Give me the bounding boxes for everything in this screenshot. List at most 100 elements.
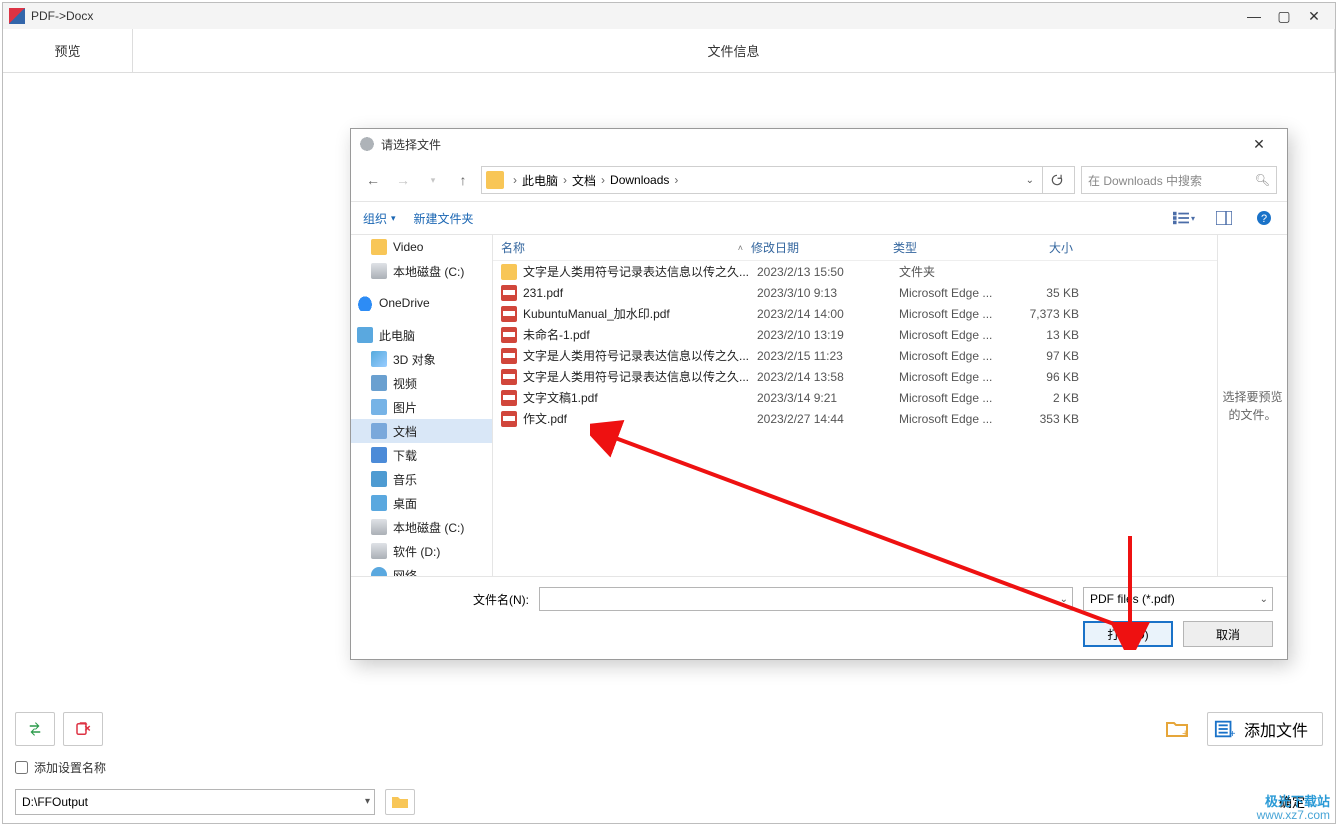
file-row[interactable]: 文字是人类用符号记录表达信息以传之久...2023/2/13 15:50文件夹 [493, 261, 1217, 282]
chevron-down-icon[interactable]: ⌄ [1020, 175, 1040, 186]
file-date: 2023/2/14 14:00 [757, 307, 899, 321]
file-type: Microsoft Edge ... [899, 412, 1015, 426]
output-path-select[interactable]: D:\FFOutput ▾ [15, 789, 375, 815]
tree-item[interactable]: 此电脑 [351, 323, 492, 347]
tree-item[interactable]: 3D 对象 [351, 347, 492, 371]
file-row[interactable]: KubuntuManual_加水印.pdf2023/2/14 14:00Micr… [493, 303, 1217, 324]
file-size: 2 KB [1015, 391, 1089, 405]
tree-item[interactable]: Video [351, 235, 492, 259]
file-row[interactable]: 未命名-1.pdf2023/2/10 13:19Microsoft Edge .… [493, 324, 1217, 345]
file-row[interactable]: 文字文稿1.pdf2023/3/14 9:21Microsoft Edge ..… [493, 387, 1217, 408]
file-type: Microsoft Edge ... [899, 349, 1015, 363]
breadcrumb[interactable]: › 此电脑 › 文档 › Downloads › ⌄ [481, 166, 1075, 194]
desk-icon [371, 495, 387, 511]
pdf-icon [501, 369, 517, 385]
tree-item-label: 本地磁盘 (C:) [393, 519, 464, 536]
pdf-icon [501, 306, 517, 322]
nav-forward-button[interactable]: → [391, 168, 415, 192]
preview-pane-icon [1216, 211, 1232, 225]
close-button[interactable]: ✕ [1299, 6, 1329, 26]
file-row[interactable]: 作文.pdf2023/2/27 14:44Microsoft Edge ...3… [493, 408, 1217, 429]
obj3d-icon [371, 351, 387, 367]
tab-preview[interactable]: 预览 [3, 29, 133, 72]
maximize-button[interactable]: ▢ [1269, 6, 1299, 26]
tree-item[interactable]: 文档 [351, 419, 492, 443]
refresh-button[interactable] [1042, 167, 1070, 193]
tree-item[interactable]: 桌面 [351, 491, 492, 515]
search-input[interactable]: 在 Downloads 中搜索 🔍︎ [1081, 166, 1277, 194]
filename-input[interactable]: ⌄ [539, 587, 1073, 611]
nav-back-button[interactable]: ← [361, 168, 385, 192]
tree-item[interactable]: 本地磁盘 (C:) [351, 259, 492, 283]
crumb-2[interactable]: Downloads [610, 173, 669, 187]
tree-item[interactable]: OneDrive [351, 291, 492, 315]
tree-item[interactable]: 网络 [351, 563, 492, 576]
tree-item-label: 图片 [393, 399, 417, 416]
watermark: 极光下载站 www.xz7.com [1257, 795, 1330, 822]
folder-icon [391, 795, 409, 809]
open-button[interactable]: 打开(O) [1083, 621, 1173, 647]
crumb-1[interactable]: 文档 [572, 172, 596, 189]
tab-fileinfo[interactable]: 文件信息 [133, 29, 1335, 72]
file-list-header: 名称˄ 修改日期 类型 大小 [493, 235, 1217, 261]
filetype-select[interactable]: PDF files (*.pdf) ⌄ [1083, 587, 1273, 611]
help-button[interactable]: ? [1253, 207, 1275, 229]
file-row[interactable]: 文字是人类用符号记录表达信息以传之久...2023/2/15 11:23Micr… [493, 345, 1217, 366]
tree-item[interactable]: 软件 (D:) [351, 539, 492, 563]
svg-text:?: ? [1261, 213, 1267, 225]
file-size: 97 KB [1015, 349, 1089, 363]
dialog-close-button[interactable]: ✕ [1239, 132, 1279, 156]
col-size[interactable]: 大小 [1009, 239, 1083, 256]
bottom-panel: + + 添加文件 添加设置名称 D:\FFOutput ▾ 确定 [3, 699, 1335, 823]
new-folder-button[interactable]: + [1157, 712, 1197, 746]
tree-item-label: 此电脑 [379, 327, 415, 344]
file-row[interactable]: 231.pdf2023/3/10 9:13Microsoft Edge ...3… [493, 282, 1217, 303]
file-picker-dialog: 请选择文件 ✕ ← → ▾ ↑ › 此电脑 › 文档 › Downloads ›… [350, 128, 1288, 660]
tree-item-label: 视频 [393, 375, 417, 392]
organize-menu[interactable]: 组织▾ [363, 210, 396, 227]
tree-item[interactable]: 本地磁盘 (C:) [351, 515, 492, 539]
nav-up-button[interactable]: ↑ [451, 168, 475, 192]
file-type: Microsoft Edge ... [899, 391, 1015, 405]
add-file-button[interactable]: + 添加文件 [1207, 712, 1323, 746]
search-placeholder: 在 Downloads 中搜索 [1088, 172, 1202, 189]
doc-icon [371, 423, 387, 439]
tree-item[interactable]: 图片 [351, 395, 492, 419]
tree-item-label: 下载 [393, 447, 417, 464]
tree-item[interactable]: 音乐 [351, 467, 492, 491]
view-mode-button[interactable]: ▾ [1173, 207, 1195, 229]
tree-item[interactable]: 下载 [351, 443, 492, 467]
dialog-navbar: ← → ▾ ↑ › 此电脑 › 文档 › Downloads › ⌄ 在 Dow… [351, 159, 1287, 201]
nav-recent-button[interactable]: ▾ [421, 168, 445, 192]
cancel-button[interactable]: 取消 [1183, 621, 1273, 647]
add-setting-checkbox[interactable] [15, 761, 28, 774]
preview-pane-toggle[interactable] [1213, 207, 1235, 229]
tree-item[interactable]: 视频 [351, 371, 492, 395]
tree-item-label: 3D 对象 [393, 351, 436, 368]
disk-icon [371, 519, 387, 535]
main-titlebar: PDF->Docx — ▢ ✕ [3, 3, 1335, 29]
col-type[interactable]: 类型 [893, 239, 1009, 256]
dialog-titlebar: 请选择文件 ✕ [351, 129, 1287, 159]
file-size: 7,373 KB [1015, 307, 1089, 321]
tree-item-label: 文档 [393, 423, 417, 440]
disk-icon [371, 263, 387, 279]
file-row[interactable]: 文字是人类用符号记录表达信息以传之久...2023/2/14 13:58Micr… [493, 366, 1217, 387]
swap-button[interactable] [15, 712, 55, 746]
file-name: 文字是人类用符号记录表达信息以传之久... [523, 368, 757, 385]
remove-button[interactable] [63, 712, 103, 746]
crumb-root[interactable]: 此电脑 [522, 172, 558, 189]
filename-label: 文件名(N): [365, 591, 529, 608]
browse-folder-button[interactable] [385, 789, 415, 815]
new-folder-button[interactable]: 新建文件夹 [414, 210, 474, 227]
file-list[interactable]: 名称˄ 修改日期 类型 大小 文字是人类用符号记录表达信息以传之久...2023… [493, 235, 1217, 576]
list-plus-icon: + [1214, 719, 1236, 739]
main-tabs: 预览 文件信息 [3, 29, 1335, 73]
folder-tree[interactable]: Video本地磁盘 (C:)OneDrive此电脑3D 对象视频图片文档下载音乐… [351, 235, 493, 576]
minimize-button[interactable]: — [1239, 6, 1269, 26]
svg-text:+: + [1182, 728, 1188, 739]
col-name[interactable]: 名称˄ [493, 239, 751, 256]
net-icon [371, 567, 387, 576]
monitor-icon [357, 327, 373, 343]
col-date[interactable]: 修改日期 [751, 239, 893, 256]
